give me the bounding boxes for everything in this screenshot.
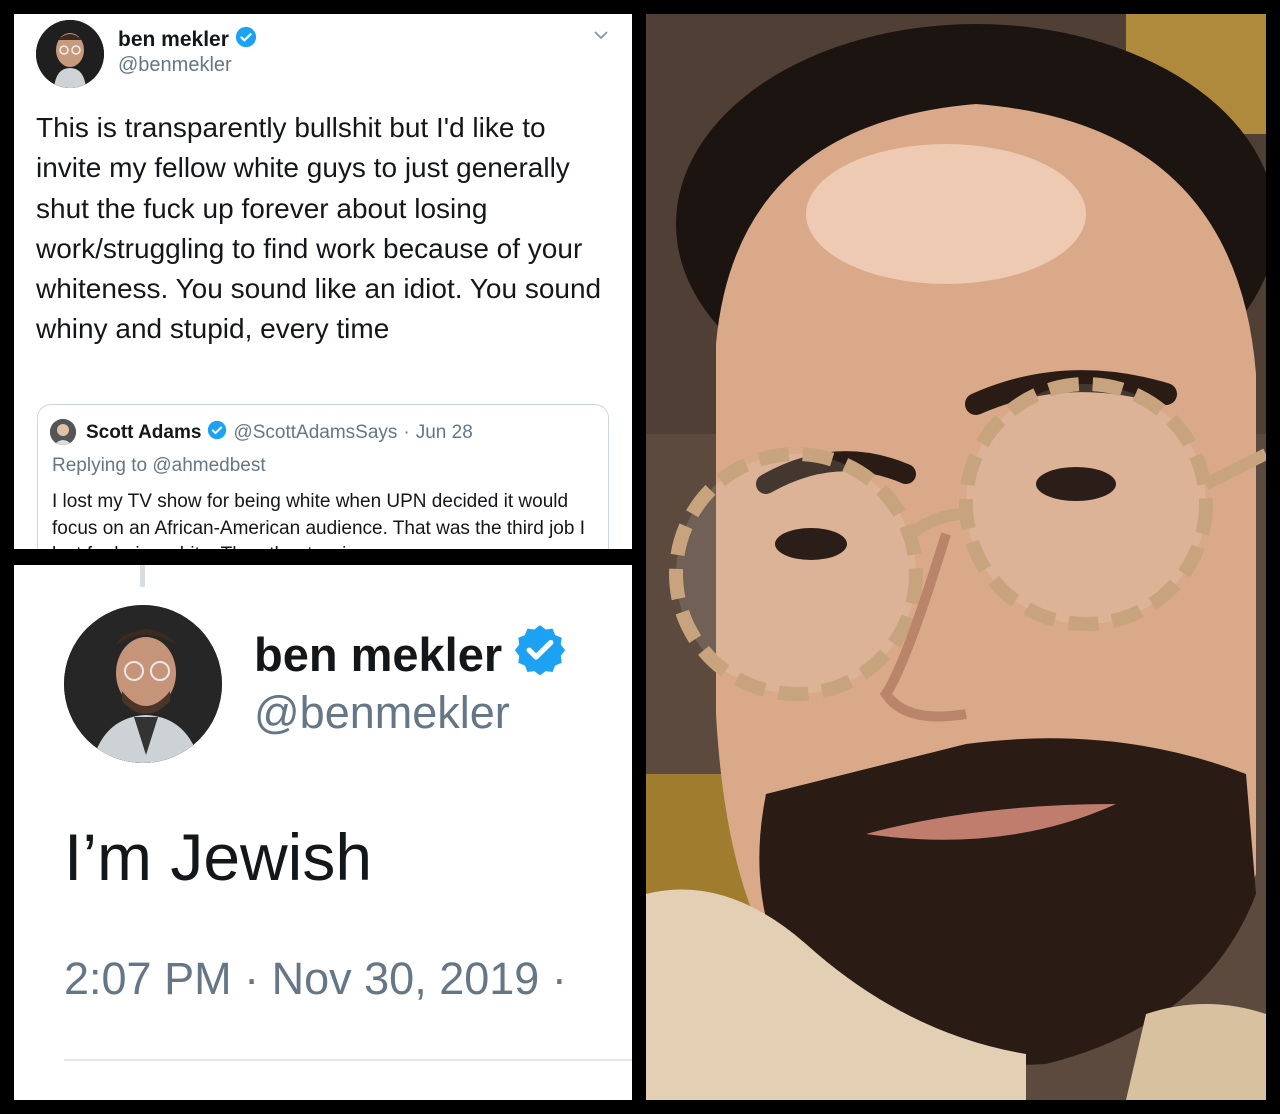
author-name[interactable]: ben mekler <box>254 623 566 686</box>
quoted-tweet[interactable]: Scott Adams @ScottAdamsSays · Jun 28 Rep… <box>37 404 609 549</box>
tweet-text: I’m Jewish <box>64 820 373 894</box>
separator-dot: · <box>244 953 260 1004</box>
tweet-text: This is transparently bullshit but I'd l… <box>36 112 602 345</box>
author-handle[interactable]: @benmekler <box>254 687 510 739</box>
author-name-text[interactable]: ben mekler <box>254 627 502 682</box>
quoted-date[interactable]: Jun 28 <box>416 422 473 444</box>
replying-to: Replying to @ahmedbest <box>52 455 266 477</box>
tweet-card-top: ben mekler @benmekler This is transparen… <box>14 14 632 549</box>
verified-badge-icon <box>207 420 227 446</box>
separator-dot: · <box>403 422 410 443</box>
replying-label: Replying to <box>52 455 148 476</box>
avatar[interactable] <box>36 20 104 88</box>
tweet-time[interactable]: 2:07 PM <box>64 953 232 1004</box>
verified-badge-icon <box>235 26 257 54</box>
author-handle[interactable]: @benmekler <box>118 54 232 77</box>
tweet-card-bottom: ben mekler @benmekler I’m Jewish 2:07 PM… <box>14 565 632 1100</box>
verified-badge-icon <box>514 623 566 686</box>
tweet-date[interactable]: Nov 30, 2019 <box>272 953 540 1004</box>
portrait-photo <box>646 14 1266 1100</box>
avatar[interactable] <box>64 605 222 763</box>
author-name[interactable]: ben mekler <box>118 26 257 54</box>
author-name-text[interactable]: ben mekler <box>118 28 229 52</box>
separator-dot: · <box>551 953 567 1004</box>
divider <box>140 565 145 587</box>
portrait-illustration <box>646 14 1266 1100</box>
quoted-author-handle[interactable]: @ScottAdamsSays <box>233 422 397 444</box>
tweet-timestamp: 2:07 PM · Nov 30, 2019 · <box>64 953 567 1005</box>
divider <box>64 1059 632 1061</box>
chevron-down-icon[interactable] <box>592 26 610 44</box>
quoted-avatar[interactable] <box>50 419 76 445</box>
quoted-text: I lost my TV show for being white when U… <box>52 491 586 549</box>
quoted-header: Scott Adams @ScottAdamsSays · Jun 28 <box>86 420 473 446</box>
replying-mention[interactable]: @ahmedbest <box>152 455 265 476</box>
quoted-author-name[interactable]: Scott Adams <box>86 422 201 444</box>
